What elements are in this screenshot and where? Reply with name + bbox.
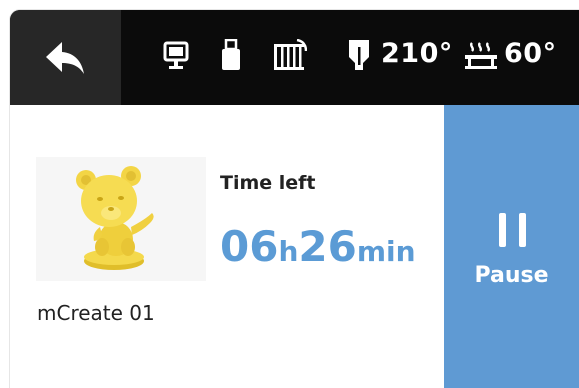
- time-left-label: Time left: [220, 172, 316, 194]
- monitor-icon[interactable]: [163, 41, 189, 71]
- enclosure-fan-icon[interactable]: [273, 39, 307, 71]
- back-arrow-icon: [45, 41, 84, 74]
- pause-label: Pause: [474, 263, 549, 288]
- top-status-bar: 210° 60°: [10, 10, 579, 105]
- hours-unit: h: [278, 235, 299, 268]
- model-name: mCreate 01: [37, 301, 155, 325]
- status-icons: 210° 60°: [121, 10, 579, 105]
- back-button[interactable]: [10, 10, 121, 105]
- bed-temperature: 60°: [504, 38, 557, 69]
- time-left-value: 06h26min: [220, 222, 416, 271]
- pause-icon: [499, 213, 526, 247]
- usb-drive-icon[interactable]: [220, 39, 242, 71]
- print-job-panel: mCreate 01 Time left 06h26min: [10, 105, 444, 388]
- minutes-unit: min: [356, 235, 416, 268]
- hours-value: 06: [220, 222, 279, 271]
- print-status-screen: 210° 60° mCreate 01 Time left 06h26min P…: [10, 10, 579, 388]
- heated-bed-icon[interactable]: [464, 41, 498, 71]
- pause-button[interactable]: Pause: [444, 105, 579, 388]
- nozzle-icon[interactable]: [347, 39, 371, 71]
- minutes-value: 26: [298, 222, 357, 271]
- model-thumbnail: [36, 157, 206, 281]
- nozzle-temperature: 210°: [381, 38, 453, 69]
- bear-figurine-image: [76, 166, 154, 270]
